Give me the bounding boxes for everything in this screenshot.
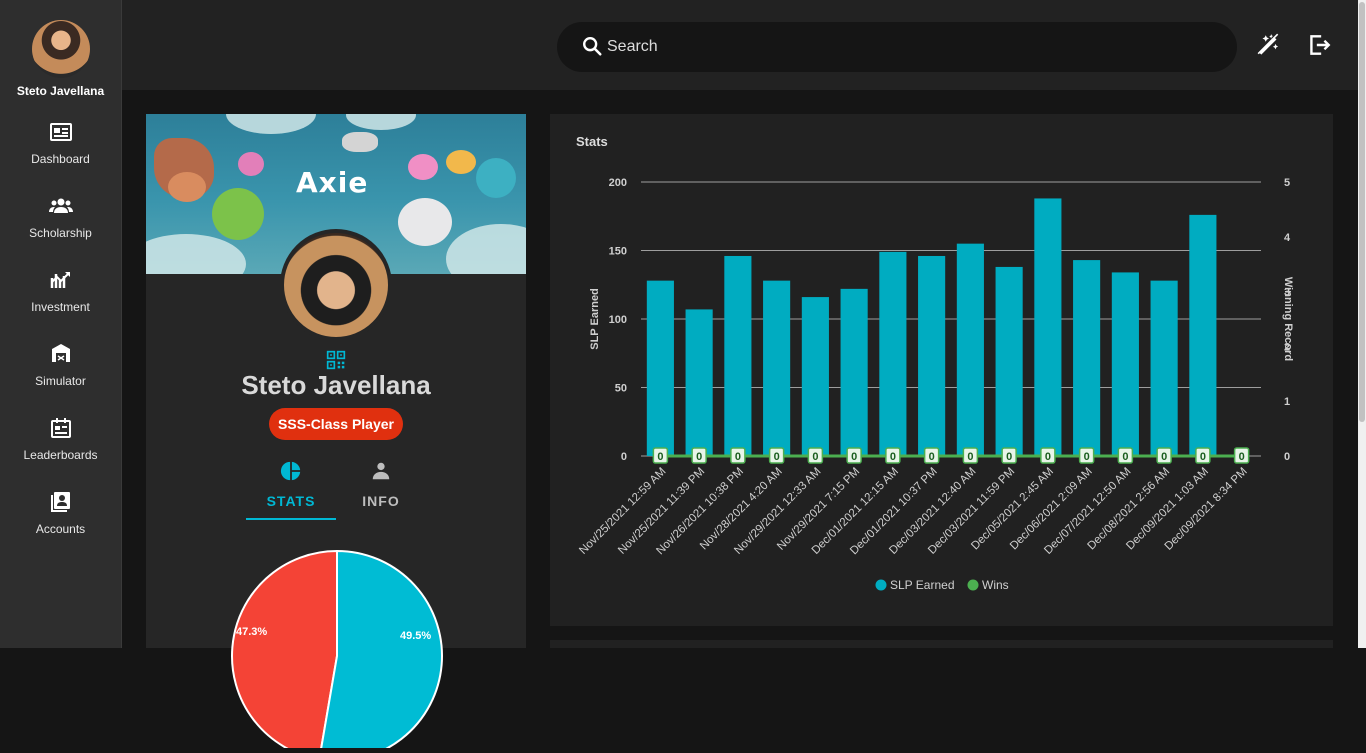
y2-axis-label: Winning Record bbox=[1282, 277, 1294, 361]
sidebar-item-label: Accounts bbox=[35, 522, 86, 536]
search-bar[interactable] bbox=[557, 22, 1237, 72]
profile-avatar bbox=[280, 229, 392, 341]
pie-slice-loss[interactable] bbox=[231, 549, 338, 753]
sidebar-user-name: Steto Javellana bbox=[16, 84, 105, 98]
sidebar-item-leaderboards[interactable]: Leaderboards bbox=[0, 406, 121, 480]
y2-tick-label: 0 bbox=[1284, 451, 1290, 463]
sidebar-item-label: Simulator bbox=[35, 374, 86, 388]
data-label: 0 bbox=[1200, 451, 1206, 463]
bar bbox=[1189, 214, 1217, 456]
person-icon bbox=[372, 462, 390, 480]
bar bbox=[840, 288, 868, 456]
logout-icon[interactable] bbox=[1306, 32, 1332, 58]
sidebar-profile[interactable]: Steto Javellana bbox=[0, 0, 121, 110]
data-label: 0 bbox=[929, 451, 935, 463]
search-icon[interactable] bbox=[581, 35, 603, 57]
legend-marker bbox=[967, 579, 979, 591]
data-label: 0 bbox=[774, 451, 780, 463]
bar bbox=[995, 266, 1023, 456]
bar bbox=[1111, 272, 1139, 456]
data-label: 0 bbox=[967, 451, 973, 463]
scrollbar[interactable] bbox=[1358, 0, 1366, 648]
simulator-icon bbox=[51, 344, 70, 362]
sidebar-item-label: Scholarship bbox=[29, 226, 92, 240]
bar bbox=[918, 255, 946, 456]
data-label: 0 bbox=[1006, 451, 1012, 463]
profile-card: Axie Steto Javellana SSS-Class Player ST… bbox=[146, 114, 526, 753]
top-bar bbox=[122, 0, 1358, 90]
sidebar: Steto Javellana Dashboard Scholarship In… bbox=[0, 0, 122, 648]
data-label: 0 bbox=[696, 451, 702, 463]
banner-logo: Axie bbox=[296, 166, 369, 199]
win-loss-pie: 47.3% 49.5% bbox=[230, 534, 444, 753]
data-label: 0 bbox=[1239, 451, 1245, 463]
sidebar-item-simulator[interactable]: Simulator bbox=[0, 332, 121, 406]
sidebar-item-label: Dashboard bbox=[31, 152, 90, 166]
stats-card: Stats 0 50 100 150 200 0 1 2 3 4 5 SLP Earned Winnin… bbox=[550, 114, 1333, 626]
search-input[interactable] bbox=[607, 22, 1207, 72]
data-label: 0 bbox=[890, 451, 896, 463]
bar bbox=[1150, 280, 1178, 456]
tab-label: STATS bbox=[266, 493, 316, 509]
data-label: 0 bbox=[1161, 451, 1167, 463]
tab-stats[interactable]: STATS bbox=[246, 460, 336, 520]
bar bbox=[956, 243, 984, 456]
accounts-icon bbox=[50, 492, 70, 512]
investment-icon bbox=[50, 272, 70, 288]
y2-tick-label: 5 bbox=[1284, 177, 1290, 189]
data-label: 0 bbox=[1084, 451, 1090, 463]
legend-label: SLP Earned bbox=[890, 578, 955, 592]
data-label: 0 bbox=[1122, 451, 1128, 463]
tab-label: INFO bbox=[362, 493, 400, 509]
data-label: 0 bbox=[735, 451, 741, 463]
legend-marker bbox=[875, 579, 887, 591]
bar bbox=[1034, 198, 1062, 456]
y-tick-label: 200 bbox=[609, 177, 627, 189]
data-label: 0 bbox=[851, 451, 857, 463]
chart-title: Stats bbox=[576, 134, 608, 149]
bar bbox=[724, 255, 752, 456]
y2-tick-label: 1 bbox=[1284, 396, 1290, 408]
pie-label-win: 49.5% bbox=[400, 630, 432, 642]
sidebar-item-dashboard[interactable]: Dashboard bbox=[0, 110, 121, 184]
bar bbox=[646, 280, 674, 456]
legend-label: Wins bbox=[982, 578, 1009, 592]
sidebar-item-label: Leaderboards bbox=[23, 448, 98, 462]
dashboard-icon bbox=[49, 123, 72, 141]
sidebar-item-accounts[interactable]: Accounts bbox=[0, 480, 121, 554]
bar bbox=[1073, 260, 1101, 456]
sidebar-item-scholarship[interactable]: Scholarship bbox=[0, 184, 121, 258]
y-tick-label: 150 bbox=[609, 246, 627, 258]
y-tick-label: 0 bbox=[621, 451, 627, 463]
bar bbox=[879, 251, 907, 456]
scroll-thumb[interactable] bbox=[1359, 2, 1365, 422]
next-card-edge bbox=[550, 640, 1333, 648]
stats-chart: 050100150200012345SLP Earned Winning Reco… bbox=[577, 177, 1294, 592]
people-icon bbox=[48, 198, 73, 213]
y-axis-label: SLP Earned bbox=[589, 288, 601, 350]
y-tick-label: 100 bbox=[609, 314, 627, 326]
avatar[interactable] bbox=[31, 20, 90, 78]
y2-tick-label: 4 bbox=[1284, 232, 1291, 244]
player-name: Steto Javellana bbox=[241, 370, 431, 400]
rank-badge: SSS-Class Player bbox=[269, 408, 403, 440]
bar bbox=[685, 309, 713, 456]
data-label: 0 bbox=[1045, 451, 1051, 463]
qr-code-icon[interactable] bbox=[326, 350, 346, 370]
leaderboard-icon bbox=[50, 418, 71, 438]
tab-info[interactable]: INFO bbox=[336, 460, 426, 520]
y-tick-label: 50 bbox=[615, 383, 627, 395]
bar bbox=[763, 280, 791, 456]
bar bbox=[801, 297, 829, 456]
pie-slice-win[interactable] bbox=[319, 549, 443, 753]
sidebar-item-investment[interactable]: Investment bbox=[0, 258, 121, 332]
data-label: 0 bbox=[657, 451, 663, 463]
pie-label-loss: 47.3% bbox=[236, 626, 268, 638]
pie-chart-icon bbox=[280, 461, 301, 481]
data-label: 0 bbox=[812, 451, 818, 463]
sidebar-item-label: Investment bbox=[31, 300, 90, 314]
theme-toggle-icon[interactable] bbox=[1256, 32, 1282, 58]
